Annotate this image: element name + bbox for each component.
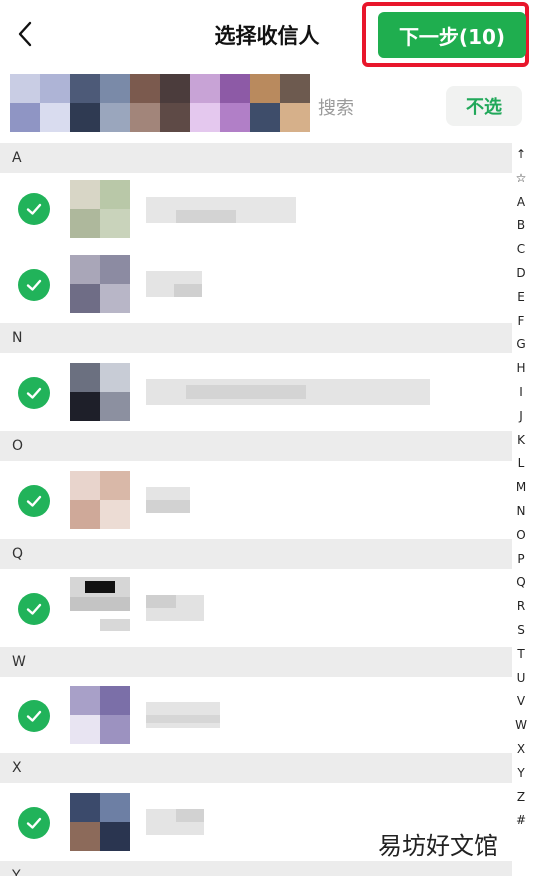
contact-name-redacted <box>146 271 202 297</box>
index-letter[interactable]: P <box>510 548 532 572</box>
index-letter[interactable]: M <box>510 476 532 500</box>
check-icon <box>26 817 42 829</box>
index-letter[interactable]: Q <box>510 571 532 595</box>
avatar <box>70 471 130 529</box>
checked-circle-icon[interactable] <box>18 193 50 225</box>
index-letter[interactable]: S <box>510 619 532 643</box>
section-header-a: A <box>0 143 512 173</box>
index-letter[interactable]: T <box>510 643 532 667</box>
check-icon <box>26 279 42 291</box>
index-letter[interactable]: F <box>510 310 532 334</box>
contact-name-redacted <box>146 379 430 405</box>
avatar <box>70 363 130 421</box>
index-letter[interactable]: H <box>510 357 532 381</box>
contact-row[interactable] <box>0 677 512 753</box>
watermark: 易坊好文馆 <box>378 832 498 860</box>
selected-avatar[interactable] <box>250 74 310 132</box>
selected-avatar[interactable] <box>190 74 250 132</box>
index-letter[interactable]: V <box>510 690 532 714</box>
index-letter[interactable]: ☆ <box>510 167 532 191</box>
deselect-all-button[interactable]: 不选 <box>446 86 522 126</box>
contact-row[interactable] <box>0 353 512 431</box>
index-letter[interactable]: ↑ <box>510 143 532 167</box>
index-letter[interactable]: O <box>510 524 532 548</box>
index-letter[interactable]: Y <box>510 762 532 786</box>
avatar <box>70 793 130 851</box>
section-header-y: Y <box>0 861 512 876</box>
avatar <box>70 577 130 635</box>
selected-recipients-strip[interactable]: 搜索 不选 <box>0 70 534 142</box>
search-input-hint[interactable]: 搜索 <box>318 94 354 120</box>
checked-circle-icon[interactable] <box>18 807 50 839</box>
check-icon <box>26 495 42 507</box>
contact-row[interactable] <box>0 173 512 245</box>
index-letter[interactable]: Z <box>510 786 532 810</box>
check-icon <box>26 387 42 399</box>
index-letter[interactable]: W <box>510 714 532 738</box>
index-letter[interactable]: A <box>510 191 532 215</box>
check-icon <box>26 203 42 215</box>
index-letter[interactable]: U <box>510 667 532 691</box>
contact-row[interactable] <box>0 569 512 647</box>
contact-name-redacted <box>146 702 220 728</box>
index-letter[interactable]: E <box>510 286 532 310</box>
index-letter[interactable]: D <box>510 262 532 286</box>
contact-list: A N O Q W X Y <box>0 143 512 876</box>
index-letter[interactable]: L <box>510 452 532 476</box>
contact-row[interactable] <box>0 461 512 539</box>
index-letter[interactable]: I <box>510 381 532 405</box>
contact-name-redacted <box>146 487 190 513</box>
index-letter[interactable]: G <box>510 333 532 357</box>
index-letter[interactable]: C <box>510 238 532 262</box>
contact-row[interactable] <box>0 245 512 323</box>
checked-circle-icon[interactable] <box>18 485 50 517</box>
section-header-o: O <box>0 431 512 461</box>
back-button[interactable] <box>10 16 40 52</box>
contact-name-redacted <box>146 595 204 621</box>
check-icon <box>26 603 42 615</box>
alphabet-index-bar[interactable]: ↑ ☆ A B C D E F G H I J K L M N O P Q R S T U V W X Y Z # <box>510 143 532 833</box>
checked-circle-icon[interactable] <box>18 700 50 732</box>
top-bar: 选择收信人 下一步(10) <box>0 0 534 70</box>
avatar <box>70 180 130 238</box>
index-letter[interactable]: K <box>510 429 532 453</box>
checked-circle-icon[interactable] <box>18 593 50 625</box>
checked-circle-icon[interactable] <box>18 269 50 301</box>
checked-circle-icon[interactable] <box>18 377 50 409</box>
contact-name-redacted <box>146 197 296 223</box>
avatar <box>70 255 130 313</box>
index-letter[interactable]: X <box>510 738 532 762</box>
index-letter[interactable]: N <box>510 500 532 524</box>
section-header-w: W <box>0 647 512 677</box>
index-letter[interactable]: J <box>510 405 532 429</box>
next-step-button[interactable]: 下一步(10) <box>378 12 526 58</box>
index-letter[interactable]: B <box>510 214 532 238</box>
selected-avatar[interactable] <box>10 74 70 132</box>
index-letter[interactable]: # <box>510 809 532 833</box>
avatar <box>70 686 130 744</box>
selected-avatar[interactable] <box>130 74 190 132</box>
section-header-q: Q <box>0 539 512 569</box>
index-letter[interactable]: R <box>510 595 532 619</box>
chevron-left-icon <box>18 21 32 47</box>
section-header-x: X <box>0 753 512 783</box>
selected-avatar[interactable] <box>70 74 130 132</box>
contact-name-redacted <box>146 809 204 835</box>
check-icon <box>26 710 42 722</box>
section-header-n: N <box>0 323 512 353</box>
